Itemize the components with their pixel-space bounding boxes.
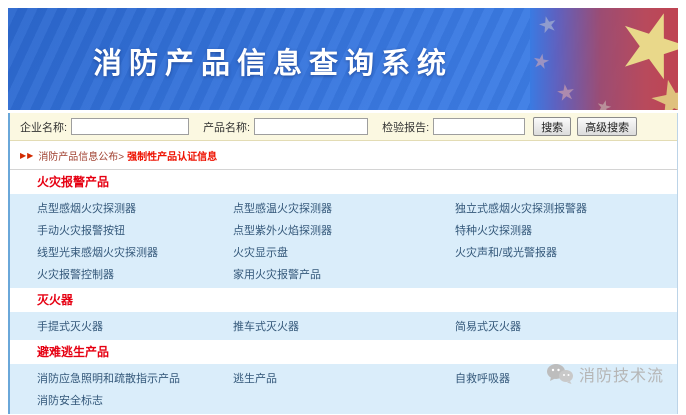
product-category-link[interactable]: 火灾报警控制器	[37, 266, 114, 282]
product-category-link[interactable]: 点型感烟火灾探测器	[37, 200, 136, 216]
flag-star-icon: ★	[644, 70, 678, 110]
watermark: 消防技术流	[546, 362, 664, 386]
flag-star-icon: ★	[555, 81, 578, 106]
product-category-link[interactable]: 点型紫外火焰探测器	[233, 222, 332, 238]
product-category-link[interactable]: 消防安全标志	[37, 392, 103, 408]
product-category-link[interactable]: 手提式灭火器	[37, 318, 103, 334]
flag-star-icon: ★	[536, 12, 560, 38]
product-category-link[interactable]: 消防应急照明和疏散指示产品	[37, 370, 180, 386]
banner: 消防产品信息查询系统 ★ ★ ★ ★ ★ ★	[8, 8, 678, 110]
wechat-icon	[546, 363, 574, 385]
links-row: 线型光束感烟火灾探测器 火灾显示盘 火灾声和/或光警报器	[10, 241, 677, 263]
product-category-link[interactable]: 火灾显示盘	[233, 244, 288, 260]
product-category-link[interactable]: 线型光束感烟火灾探测器	[37, 244, 158, 260]
china-flag-image: ★ ★ ★ ★ ★ ★	[530, 8, 678, 110]
watermark-text: 消防技术流	[579, 362, 664, 386]
product-category-link[interactable]: 独立式感烟火灾探测报警器	[455, 200, 587, 216]
section-title: 灭火器	[10, 288, 677, 312]
search-button[interactable]: 搜索	[533, 117, 571, 136]
product-category-link[interactable]: 家用火灾报警产品	[233, 266, 321, 282]
breadcrumb-arrows-icon: ▶▶	[20, 151, 34, 160]
section-title: 火灾报警产品	[10, 170, 677, 194]
section-fire-alarm-products: 火灾报警产品 点型感烟火灾探测器 点型感温火灾探测器 独立式感烟火灾探测报警器 …	[10, 170, 677, 288]
links-block: 点型感烟火灾探测器 点型感温火灾探测器 独立式感烟火灾探测报警器 手动火灾报警按…	[10, 194, 677, 288]
page-title: 消防产品信息查询系统	[8, 40, 538, 82]
page: 消防产品信息查询系统 ★ ★ ★ ★ ★ ★ 企业名称: 产品名称: 检验报告:…	[0, 0, 686, 415]
links-block: 手提式灭火器 推车式灭火器 简易式灭火器	[10, 312, 677, 340]
links-row: 消防安全标志	[10, 389, 677, 411]
product-category-link[interactable]: 点型感温火灾探测器	[233, 200, 332, 216]
inspection-report-label: 检验报告:	[382, 119, 429, 135]
frame: 消防产品信息查询系统 ★ ★ ★ ★ ★ ★ 企业名称: 产品名称: 检验报告:…	[8, 8, 678, 414]
links-row: 手提式灭火器 推车式灭火器 简易式灭火器	[10, 315, 677, 337]
company-name-label: 企业名称:	[20, 119, 67, 135]
product-name-input[interactable]	[254, 118, 368, 135]
links-row: 火灾报警控制器 家用火灾报警产品	[10, 263, 677, 285]
breadcrumb: ▶▶ 消防产品信息公布> 强制性产品认证信息	[10, 141, 677, 170]
company-name-input[interactable]	[71, 118, 189, 135]
breadcrumb-current-link[interactable]: 强制性产品认证信息	[127, 148, 217, 163]
flag-star-icon: ★	[603, 8, 678, 98]
product-category-link[interactable]: 简易式灭火器	[455, 318, 521, 334]
section-fire-extinguishers: 灭火器 手提式灭火器 推车式灭火器 简易式灭火器	[10, 288, 677, 340]
advanced-search-button[interactable]: 高级搜索	[577, 117, 637, 136]
links-row: 点型感烟火灾探测器 点型感温火灾探测器 独立式感烟火灾探测报警器	[10, 197, 677, 219]
product-category-link[interactable]: 手动火灾报警按钮	[37, 222, 125, 238]
product-name-label: 产品名称:	[203, 119, 250, 135]
search-bar: 企业名称: 产品名称: 检验报告: 搜索 高级搜索	[10, 113, 677, 141]
product-category-link[interactable]: 推车式灭火器	[233, 318, 299, 334]
product-category-link[interactable]: 火灾声和/或光警报器	[455, 244, 557, 260]
product-category-link[interactable]: 自救呼吸器	[455, 370, 510, 386]
product-category-link[interactable]: 特种火灾探测器	[455, 222, 532, 238]
links-row: 手动火灾报警按钮 点型紫外火焰探测器 特种火灾探测器	[10, 219, 677, 241]
product-category-link[interactable]: 逃生产品	[233, 370, 277, 386]
breadcrumb-parent-link[interactable]: 消防产品信息公布>	[38, 148, 124, 163]
inspection-report-input[interactable]	[433, 118, 525, 135]
flag-star-icon: ★	[530, 51, 551, 74]
section-title: 避难逃生产品	[10, 340, 677, 364]
flag-star-icon: ★	[594, 96, 614, 110]
